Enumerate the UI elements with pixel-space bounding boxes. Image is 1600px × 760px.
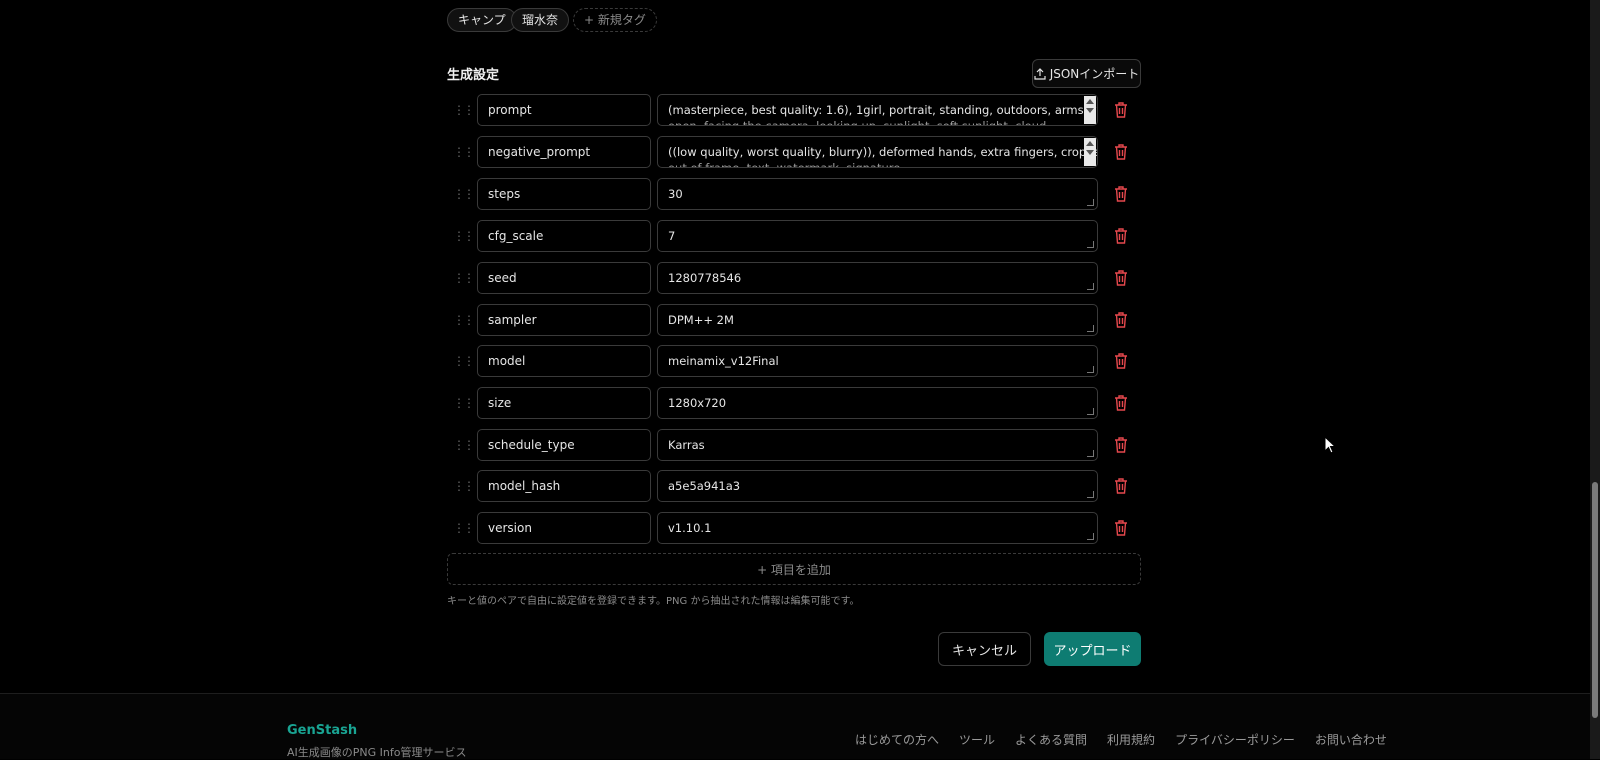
section-title: 生成設定: [447, 68, 500, 83]
setting-row: ⋮⋮ model_hash a5e5a941a3: [447, 470, 1141, 502]
add-item-button[interactable]: + 項目を追加: [447, 553, 1141, 585]
drag-handle-icon[interactable]: ⋮⋮: [453, 102, 475, 118]
page-scrollbar-thumb[interactable]: [1592, 482, 1598, 718]
key-input[interactable]: steps: [477, 178, 651, 210]
setting-row: ⋮⋮ size 1280x720: [447, 387, 1141, 419]
value-textarea[interactable]: Karras: [657, 429, 1098, 461]
json-import-button[interactable]: JSONインポート: [1032, 59, 1141, 88]
value-text-continued: open, facing the camera, looking up, sun…: [668, 119, 1065, 126]
trash-icon[interactable]: [1113, 477, 1129, 495]
key-input[interactable]: cfg_scale: [477, 220, 651, 252]
value-textarea[interactable]: DPM++ 2M: [657, 304, 1098, 336]
drag-handle-icon[interactable]: ⋮⋮: [453, 270, 475, 286]
footer-link-privacy[interactable]: プライバシーポリシー: [1175, 731, 1295, 748]
setting-row: ⋮⋮ version v1.10.1: [447, 512, 1141, 544]
value-textarea[interactable]: v1.10.1: [657, 512, 1098, 544]
footer-tagline: AI生成画像のPNG Info管理サービス: [287, 746, 467, 759]
value-textarea[interactable]: 30: [657, 178, 1098, 210]
setting-row: ⋮⋮ sampler DPM++ 2M: [447, 304, 1141, 336]
trash-icon[interactable]: [1113, 143, 1129, 161]
value-text: DPM++ 2M: [668, 313, 734, 327]
trash-icon[interactable]: [1113, 311, 1129, 329]
trash-icon[interactable]: [1113, 227, 1129, 245]
footer-link-guide[interactable]: はじめての方へ: [855, 731, 939, 748]
setting-row: ⋮⋮ cfg_scale 7: [447, 220, 1141, 252]
value-textarea[interactable]: a5e5a941a3: [657, 470, 1098, 502]
key-input[interactable]: model: [477, 345, 651, 377]
setting-row: ⋮⋮ steps 30: [447, 178, 1141, 210]
setting-row: ⋮⋮ prompt (masterpiece, best quality: 1.…: [447, 94, 1141, 126]
value-text: 30: [668, 187, 683, 201]
trash-icon[interactable]: [1113, 101, 1129, 119]
drag-handle-icon[interactable]: ⋮⋮: [453, 144, 475, 160]
json-import-label: JSONインポート: [1049, 67, 1140, 81]
trash-icon[interactable]: [1113, 185, 1129, 203]
upload-button[interactable]: アップロード: [1044, 632, 1141, 666]
key-input[interactable]: schedule_type: [477, 429, 651, 461]
cancel-button[interactable]: キャンセル: [938, 632, 1031, 666]
value-textarea[interactable]: 7: [657, 220, 1098, 252]
key-input[interactable]: prompt: [477, 94, 651, 126]
value-text: v1.10.1: [668, 521, 712, 535]
value-text: 1280778546: [668, 271, 742, 285]
setting-row: ⋮⋮ schedule_type Karras: [447, 429, 1141, 461]
value-text: Karras: [668, 438, 705, 452]
footer-links: はじめての方へ ツール よくある質問 利用規約 プライバシーポリシー お問い合わ…: [855, 731, 1387, 748]
drag-handle-icon[interactable]: ⋮⋮: [453, 186, 475, 202]
help-text: キーと値のペアで自由に設定値を登録できます。PNG から抽出された情報は編集可能…: [447, 596, 860, 607]
value-text: 7: [668, 229, 676, 243]
setting-row: ⋮⋮ seed 1280778546: [447, 262, 1141, 294]
tag-chip[interactable]: キャンプ: [447, 8, 517, 32]
upload-icon: [1034, 67, 1046, 80]
key-input[interactable]: version: [477, 512, 651, 544]
setting-row: ⋮⋮ model meinamix_v12Final: [447, 345, 1141, 377]
value-text: meinamix_v12Final: [668, 354, 779, 368]
mouse-pointer-icon: [1324, 436, 1336, 454]
textarea-scrollbar[interactable]: [1084, 138, 1096, 166]
drag-handle-icon[interactable]: ⋮⋮: [453, 312, 475, 328]
drag-handle-icon[interactable]: ⋮⋮: [453, 437, 475, 453]
value-textarea[interactable]: ((low quality, worst quality, blurry)), …: [657, 136, 1098, 168]
value-text: a5e5a941a3: [668, 479, 741, 493]
key-input[interactable]: size: [477, 387, 651, 419]
trash-icon[interactable]: [1113, 394, 1129, 412]
drag-handle-icon[interactable]: ⋮⋮: [453, 228, 475, 244]
footer-link-contact[interactable]: お問い合わせ: [1315, 731, 1387, 748]
footer-brand[interactable]: GenStash: [287, 723, 357, 738]
key-input[interactable]: model_hash: [477, 470, 651, 502]
value-text-continued: out of frame, text, watermark, signature: [668, 161, 901, 168]
drag-handle-icon[interactable]: ⋮⋮: [453, 520, 475, 536]
value-textarea[interactable]: meinamix_v12Final: [657, 345, 1098, 377]
footer: [0, 694, 1590, 759]
value-text: (masterpiece, best quality: 1.6), 1girl,…: [668, 103, 1098, 117]
footer-link-terms[interactable]: 利用規約: [1107, 731, 1155, 748]
trash-icon[interactable]: [1113, 269, 1129, 287]
key-input[interactable]: negative_prompt: [477, 136, 651, 168]
tag-chip[interactable]: 瑠水奈: [511, 8, 570, 32]
textarea-scrollbar[interactable]: [1084, 96, 1096, 124]
key-input[interactable]: seed: [477, 262, 651, 294]
value-textarea[interactable]: 1280x720: [657, 387, 1098, 419]
value-textarea[interactable]: (masterpiece, best quality: 1.6), 1girl,…: [657, 94, 1098, 126]
value-text: 1280x720: [668, 396, 727, 410]
new-tag-button[interactable]: + 新規タグ: [573, 8, 657, 32]
setting-row: ⋮⋮ negative_prompt ((low quality, worst …: [447, 136, 1141, 168]
trash-icon[interactable]: [1113, 352, 1129, 370]
drag-handle-icon[interactable]: ⋮⋮: [453, 353, 475, 369]
trash-icon[interactable]: [1113, 519, 1129, 537]
footer-link-tools[interactable]: ツール: [959, 731, 995, 748]
key-input[interactable]: sampler: [477, 304, 651, 336]
value-textarea[interactable]: 1280778546: [657, 262, 1098, 294]
trash-icon[interactable]: [1113, 436, 1129, 454]
footer-link-faq[interactable]: よくある質問: [1015, 731, 1087, 748]
drag-handle-icon[interactable]: ⋮⋮: [453, 395, 475, 411]
value-text: ((low quality, worst quality, blurry)), …: [668, 145, 1098, 159]
drag-handle-icon[interactable]: ⋮⋮: [453, 478, 475, 494]
